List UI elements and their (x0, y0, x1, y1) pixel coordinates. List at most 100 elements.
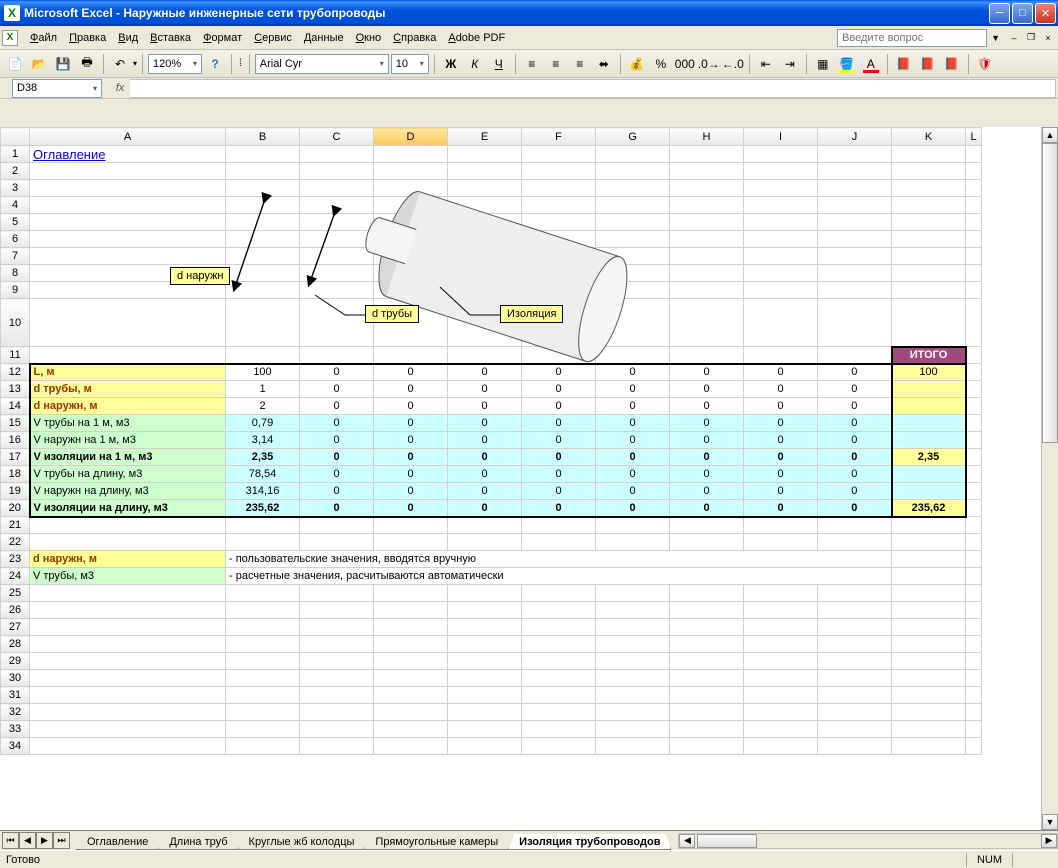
undo-icon[interactable]: ↶ (109, 53, 131, 75)
cell[interactable]: 0 (818, 398, 892, 415)
cell[interactable] (966, 231, 982, 248)
cell[interactable] (818, 265, 892, 282)
row-header-9[interactable]: 9 (1, 282, 30, 299)
cell[interactable] (818, 653, 892, 670)
cell[interactable] (226, 636, 300, 653)
row-header-32[interactable]: 32 (1, 704, 30, 721)
row-header-26[interactable]: 26 (1, 602, 30, 619)
cell[interactable] (670, 282, 744, 299)
cell[interactable]: 0 (300, 449, 374, 466)
row-header-7[interactable]: 7 (1, 248, 30, 265)
cell[interactable] (966, 163, 982, 180)
cell[interactable]: 0 (448, 364, 522, 381)
cell[interactable] (670, 197, 744, 214)
cell[interactable] (522, 517, 596, 534)
merge-icon[interactable]: ⬌ (593, 53, 615, 75)
cell[interactable] (374, 687, 448, 704)
cell[interactable] (966, 282, 982, 299)
cell[interactable] (892, 721, 966, 738)
cell[interactable] (30, 163, 226, 180)
minimize-button[interactable]: ─ (989, 3, 1010, 24)
cell[interactable] (300, 163, 374, 180)
row-label[interactable]: d наружн, м (30, 398, 226, 415)
cell[interactable] (596, 517, 670, 534)
row-header-31[interactable]: 31 (1, 687, 30, 704)
doc-minimize-button[interactable]: – (1006, 31, 1022, 45)
cell[interactable] (744, 534, 818, 551)
row-label[interactable]: V изоляции на 1 м, м3 (30, 449, 226, 466)
cell[interactable] (744, 602, 818, 619)
cell[interactable] (300, 687, 374, 704)
total-cell[interactable]: 2,35 (892, 449, 966, 466)
scroll-left-icon[interactable]: ◀ (679, 834, 695, 848)
cell[interactable] (892, 670, 966, 687)
menu-Вставка[interactable]: Вставка (144, 30, 197, 46)
font-color-icon[interactable]: A (860, 53, 882, 75)
cell[interactable] (226, 602, 300, 619)
cell[interactable] (30, 670, 226, 687)
cell[interactable]: 0 (522, 432, 596, 449)
cell[interactable] (596, 653, 670, 670)
cell[interactable]: 0 (744, 466, 818, 483)
cell[interactable] (448, 214, 522, 231)
name-box[interactable]: D38▾ (12, 79, 102, 98)
sheet-tab-0[interactable]: Оглавление (76, 835, 159, 850)
cell[interactable]: 0 (374, 398, 448, 415)
cell[interactable] (30, 517, 226, 534)
cell[interactable] (226, 619, 300, 636)
col-header-A[interactable]: A (30, 128, 226, 146)
cell[interactable] (670, 585, 744, 602)
cell[interactable]: 0 (522, 483, 596, 500)
cell[interactable] (448, 602, 522, 619)
cell[interactable] (966, 265, 982, 282)
cell[interactable] (670, 231, 744, 248)
scroll-down-icon[interactable]: ▼ (1042, 814, 1058, 830)
cell[interactable]: 0 (744, 483, 818, 500)
close-button[interactable]: ✕ (1035, 3, 1056, 24)
cell[interactable]: 0 (448, 381, 522, 398)
cell[interactable]: 0 (818, 483, 892, 500)
cell[interactable] (226, 214, 300, 231)
cell[interactable] (226, 534, 300, 551)
cell[interactable]: 0 (744, 415, 818, 432)
cell[interactable] (596, 265, 670, 282)
dec-indent-icon[interactable]: ⇤ (755, 53, 777, 75)
cell[interactable]: 0 (448, 432, 522, 449)
cell[interactable]: 0 (522, 415, 596, 432)
inc-indent-icon[interactable]: ⇥ (779, 53, 801, 75)
cell[interactable] (818, 585, 892, 602)
row-header-6[interactable]: 6 (1, 231, 30, 248)
cell[interactable] (226, 721, 300, 738)
tab-next-icon[interactable]: ▶ (36, 832, 53, 849)
cell[interactable] (30, 248, 226, 265)
doc-restore-button[interactable]: ❐ (1023, 31, 1039, 45)
cell[interactable]: 0 (744, 364, 818, 381)
cell[interactable] (226, 653, 300, 670)
cell[interactable] (892, 704, 966, 721)
cell[interactable] (226, 517, 300, 534)
cell[interactable]: 0 (596, 500, 670, 517)
cell[interactable] (818, 231, 892, 248)
cell[interactable] (374, 180, 448, 197)
align-right-icon[interactable]: ≡ (569, 53, 591, 75)
cell[interactable] (966, 636, 982, 653)
cell[interactable]: 0 (596, 364, 670, 381)
cell[interactable] (744, 163, 818, 180)
cell[interactable] (374, 214, 448, 231)
cell[interactable] (818, 214, 892, 231)
total-cell[interactable]: 100 (892, 364, 966, 381)
cell[interactable] (670, 670, 744, 687)
cell[interactable] (596, 534, 670, 551)
cell[interactable] (300, 670, 374, 687)
cell[interactable] (892, 282, 966, 299)
cell[interactable] (596, 231, 670, 248)
total-cell[interactable]: 235,62 (892, 500, 966, 517)
fx-icon[interactable]: fx (110, 82, 130, 94)
cell-grid[interactable]: ABCDEFGHIJKL1Оглавление234567891011ИТОГО… (0, 127, 982, 755)
row-header-33[interactable]: 33 (1, 721, 30, 738)
cell[interactable] (966, 602, 982, 619)
cell[interactable]: 0 (522, 449, 596, 466)
cell[interactable] (892, 517, 966, 534)
cell[interactable] (30, 704, 226, 721)
cell[interactable]: 0 (596, 415, 670, 432)
